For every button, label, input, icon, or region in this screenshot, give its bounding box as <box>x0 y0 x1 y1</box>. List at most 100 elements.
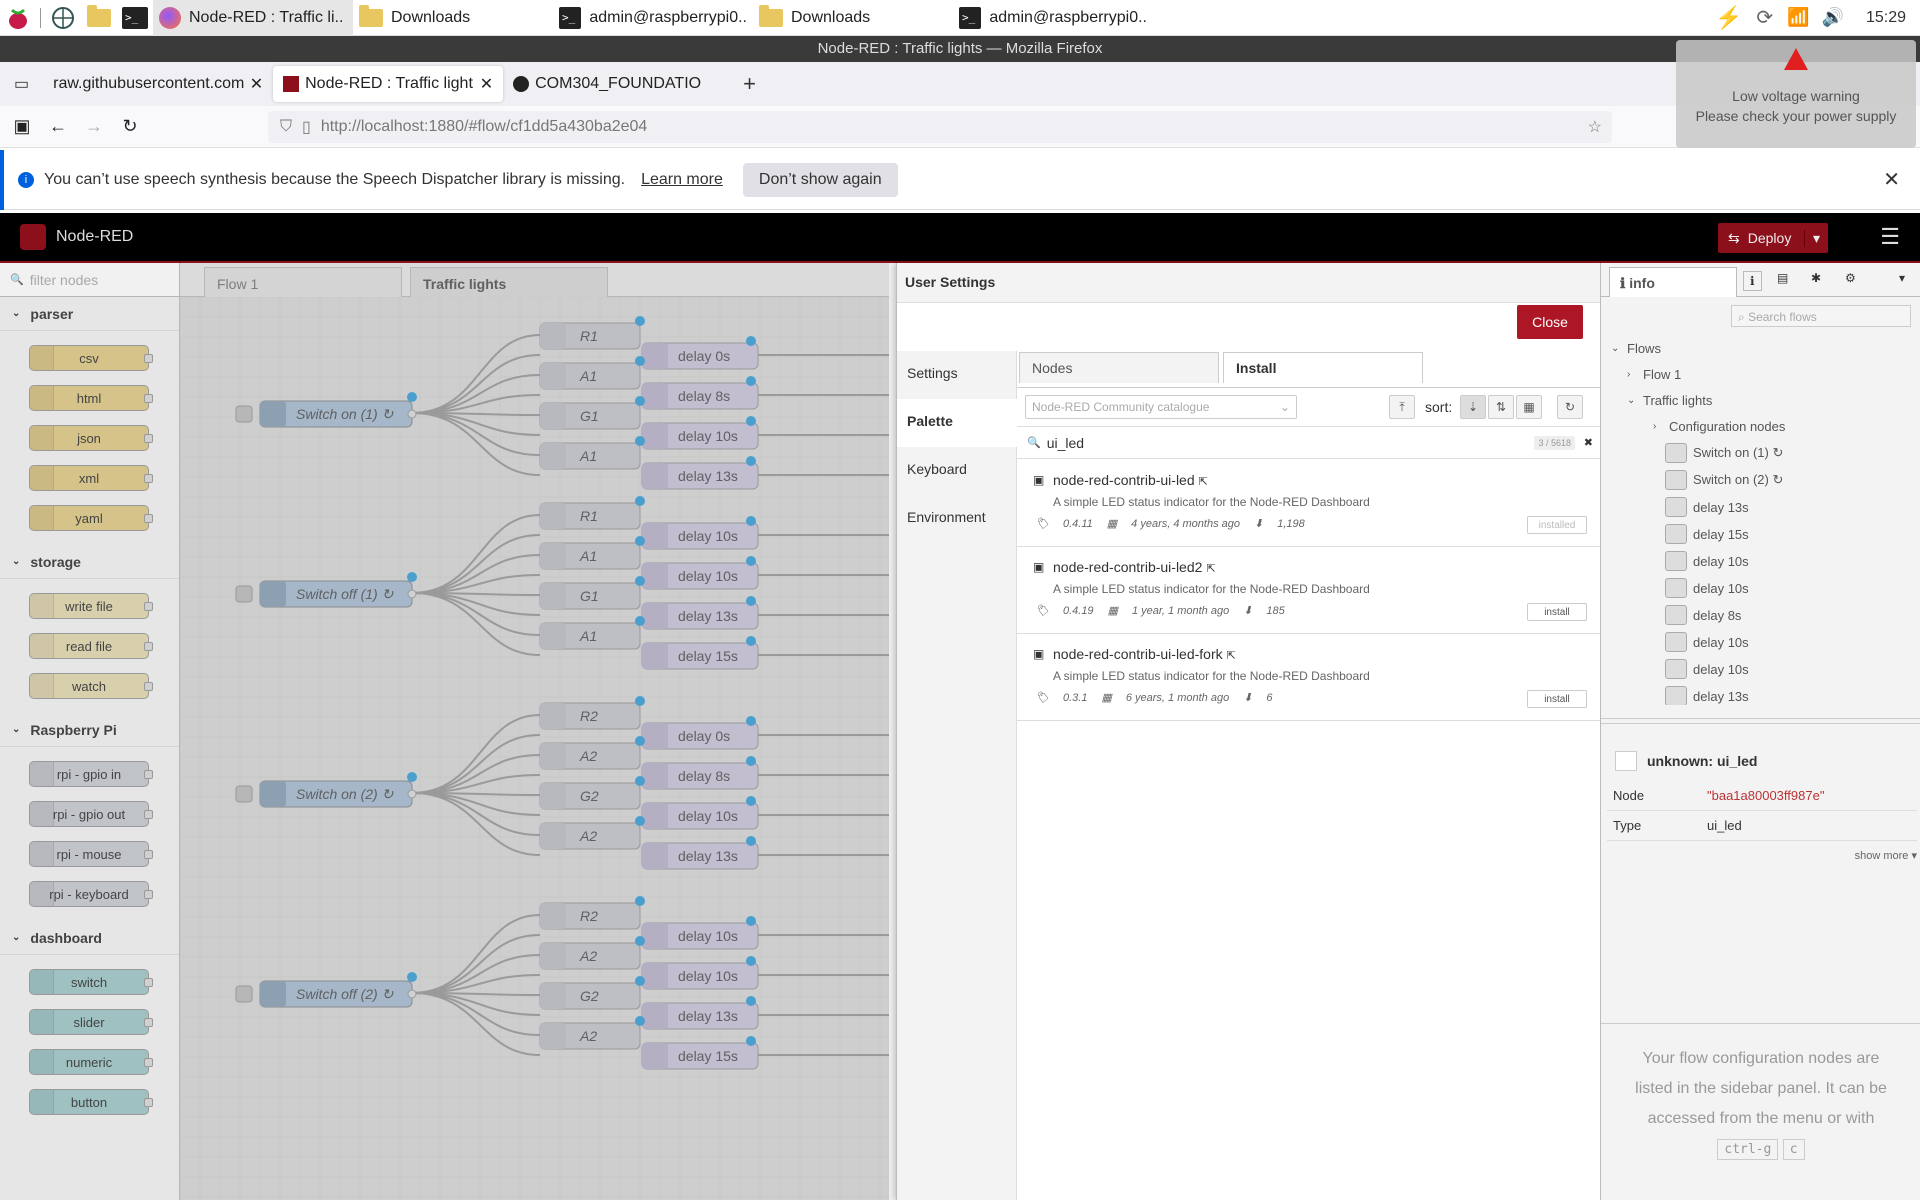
palette-node[interactable]: read file <box>29 633 153 659</box>
tree-config-nodes[interactable]: › Configuration nodes <box>1601 413 1901 439</box>
deploy-dropdown-icon[interactable]: ▾ <box>1803 229 1828 247</box>
taskbar-item-terminal-2[interactable]: >_ admin@raspberrypi0.. <box>953 0 1153 36</box>
tab-flow-1[interactable]: Flow 1 <box>204 267 402 297</box>
browser-tab-raw[interactable]: raw.githubusercontent.com/ ✕ <box>43 66 273 102</box>
chevron-icon[interactable]: ⌄ <box>1611 343 1621 354</box>
output-port[interactable] <box>407 789 417 799</box>
output-port[interactable] <box>144 394 153 403</box>
tree-node-item[interactable]: delay 13s <box>1601 683 1901 705</box>
bookmark-star-icon[interactable]: ☆ <box>1588 117 1602 137</box>
inject-button[interactable] <box>235 785 253 803</box>
output-port[interactable] <box>144 810 153 819</box>
new-tab-icon[interactable]: + <box>743 71 756 97</box>
install-button[interactable]: install <box>1527 690 1587 708</box>
output-port[interactable] <box>407 409 417 419</box>
external-link-icon[interactable]: ⇱ <box>1227 650 1236 662</box>
tab-install[interactable]: Install <box>1223 352 1423 383</box>
sync-icon[interactable]: ⟳ <box>1756 5 1773 30</box>
chevron-icon[interactable]: › <box>1653 421 1663 432</box>
palette-node[interactable]: rpi - keyboard <box>29 881 153 907</box>
sidebar-splitter[interactable] <box>1601 718 1920 724</box>
install-button[interactable]: installed <box>1527 516 1587 534</box>
sidebar-toggle-icon[interactable]: ▣ <box>8 113 36 141</box>
palette-node[interactable]: write file <box>29 593 153 619</box>
palette-node[interactable]: json <box>29 425 153 451</box>
file-manager-icon[interactable] <box>85 4 113 32</box>
palette-node[interactable]: rpi - gpio in <box>29 761 153 787</box>
tree-node-item[interactable]: delay 10s <box>1601 629 1901 655</box>
tree-node-item[interactable]: delay 13s <box>1601 494 1901 520</box>
palette-category-2[interactable]: ⌄ Raspberry Pi <box>0 713 179 747</box>
output-port[interactable] <box>144 602 153 611</box>
settings-nav-settings[interactable]: Settings <box>897 351 1016 399</box>
volume-icon[interactable]: 🔊 <box>1822 7 1844 28</box>
browser-tab-nodered[interactable]: Node-RED : Traffic light ✕ <box>273 66 504 102</box>
output-port[interactable] <box>144 850 153 859</box>
lightning-icon[interactable]: ⚡ <box>1715 5 1742 31</box>
taskbar-item-terminal[interactable]: >_ admin@raspberrypi0.. <box>553 0 753 36</box>
tree-flows[interactable]: ⌄ Flows <box>1601 335 1901 361</box>
deploy-button[interactable]: ⇆ Deploy ▾ <box>1718 223 1828 253</box>
output-port[interactable] <box>144 682 153 691</box>
config-gear-icon[interactable]: ⚙ <box>1845 271 1856 285</box>
settings-nav-palette[interactable]: Palette <box>897 399 1017 447</box>
output-port[interactable] <box>144 434 153 443</box>
tree-flow-1[interactable]: › Flow 1 <box>1601 361 1901 387</box>
upload-icon[interactable]: ⤒ <box>1389 395 1415 419</box>
external-link-icon[interactable]: ⇱ <box>1206 563 1215 575</box>
clear-search-icon[interactable]: ✖ <box>1584 436 1593 449</box>
palette-filter[interactable]: 🔍 filter nodes <box>0 263 179 297</box>
tab-nodes[interactable]: Nodes <box>1019 352 1219 383</box>
chevron-icon[interactable]: ⌄ <box>1627 395 1637 406</box>
taskbar-item-firefox[interactable]: Node-RED : Traffic li.. <box>153 0 353 36</box>
dont-show-again-button[interactable]: Don’t show again <box>742 162 898 197</box>
output-port[interactable] <box>144 1098 153 1107</box>
tree-node-item[interactable]: Switch on (1) ↻ <box>1601 440 1901 466</box>
main-menu-icon[interactable]: ☰ <box>1880 224 1900 250</box>
learn-more-link[interactable]: Learn more <box>641 171 723 189</box>
output-port[interactable] <box>144 890 153 899</box>
output-port[interactable] <box>144 514 153 523</box>
palette-node[interactable]: button <box>29 1089 153 1115</box>
output-port[interactable] <box>144 354 153 363</box>
external-link-icon[interactable]: ⇱ <box>1199 476 1208 488</box>
sort-date-icon[interactable]: ▦ <box>1516 395 1542 419</box>
output-port[interactable] <box>144 642 153 651</box>
tab-overview-icon[interactable]: ▭ <box>14 74 29 94</box>
shield-icon[interactable]: ⛉ <box>280 118 292 136</box>
palette-category-3[interactable]: ⌄ dashboard <box>0 921 179 955</box>
tree-traffic-lights[interactable]: ⌄ Traffic lights <box>1601 387 1901 413</box>
debug-bug-icon[interactable]: ✱ <box>1811 271 1821 285</box>
palette-category-0[interactable]: ⌄ parser <box>0 297 179 331</box>
browser-tab-github[interactable]: COM304_FOUNDATIO <box>503 66 733 102</box>
palette-category-1[interactable]: ⌄ storage <box>0 545 179 579</box>
palette-node[interactable]: csv <box>29 345 153 371</box>
show-more-link[interactable]: show more ▾ <box>1607 849 1917 862</box>
palette-node[interactable]: rpi - gpio out <box>29 801 153 827</box>
sort-alpha-icon[interactable]: ⇅ <box>1488 395 1514 419</box>
search-flows-input[interactable]: ⌕ Search flows <box>1731 305 1911 327</box>
palette-node[interactable]: rpi - mouse <box>29 841 153 867</box>
palette-node[interactable]: switch <box>29 969 153 995</box>
tab-traffic-lights[interactable]: Traffic lights <box>410 267 608 297</box>
output-port[interactable] <box>144 1058 153 1067</box>
inject-button[interactable] <box>235 585 253 603</box>
settings-nav-environment[interactable]: Environment <box>897 495 1016 543</box>
chevron-icon[interactable]: › <box>1627 369 1637 380</box>
close-button[interactable]: Close <box>1517 305 1583 339</box>
tree-node-item[interactable]: delay 10s <box>1601 656 1901 682</box>
inject-button[interactable] <box>235 405 253 423</box>
output-port[interactable] <box>407 589 417 599</box>
package-search[interactable]: 🔍 ui_led 3 / 5618 ✖ <box>1017 427 1601 459</box>
tree-node-item[interactable]: delay 8s <box>1601 602 1901 628</box>
raspberry-menu-icon[interactable] <box>4 4 32 32</box>
palette-node[interactable]: watch <box>29 673 153 699</box>
reload-icon[interactable]: ↻ <box>116 113 144 141</box>
palette-node[interactable]: yaml <box>29 505 153 531</box>
palette-node[interactable]: slider <box>29 1009 153 1035</box>
settings-nav-keyboard[interactable]: Keyboard <box>897 447 1016 495</box>
tree-node-item[interactable]: delay 10s <box>1601 548 1901 574</box>
output-port[interactable] <box>144 978 153 987</box>
inject-button[interactable] <box>235 985 253 1003</box>
back-icon[interactable]: ← <box>44 113 72 141</box>
